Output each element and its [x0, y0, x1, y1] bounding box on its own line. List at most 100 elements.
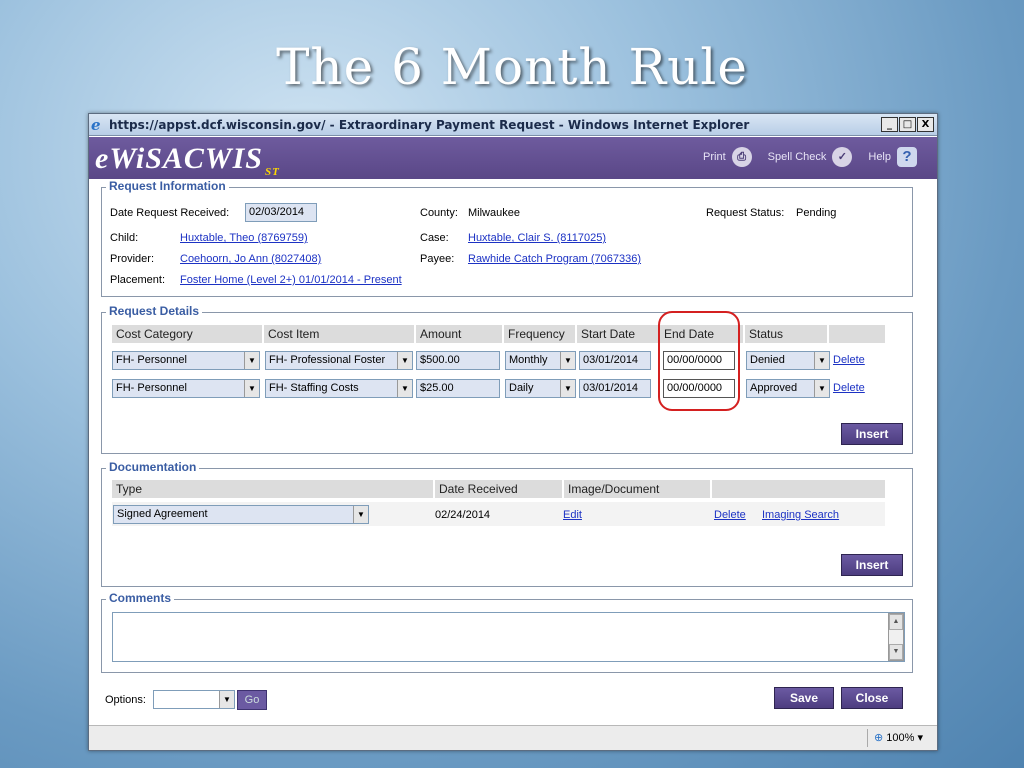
delete-row-link[interactable]: Delete [833, 382, 865, 394]
comments-legend: Comments [106, 591, 175, 605]
chevron-down-icon[interactable]: ▾ [917, 732, 923, 744]
child-link[interactable]: Huxtable, Theo (8769759) [180, 232, 308, 244]
app-logo: eWiSACWIS ST [95, 142, 280, 178]
insert-cost-button[interactable]: Insert [841, 423, 903, 445]
placement-link[interactable]: Foster Home (Level 2+) 01/01/2014 - Pres… [180, 274, 402, 286]
end-date-highlight [658, 311, 740, 411]
request-information-legend: Request Information [106, 179, 229, 193]
close-button[interactable]: Close [841, 687, 903, 709]
header-cost-category: Cost Category [116, 327, 193, 341]
request-information-group: Request Information Date Request Receive… [101, 179, 913, 297]
header-date-received: Date Received [439, 482, 518, 496]
header-frequency: Frequency [508, 327, 565, 341]
date-received-label: Date Request Received: [110, 207, 230, 219]
help-link[interactable]: Help [868, 151, 891, 163]
case-link[interactable]: Huxtable, Clair S. (8117025) [468, 232, 606, 244]
printer-icon[interactable]: ⎙ [731, 147, 752, 167]
logo-suffix: ST [264, 166, 280, 178]
chevron-down-icon[interactable]: ▼ [219, 691, 234, 708]
chevron-down-icon[interactable]: ▼ [244, 380, 259, 397]
placement-label: Placement: [110, 274, 166, 286]
imaging-search-link[interactable]: Imaging Search [762, 509, 839, 521]
status-value: Approved [750, 382, 798, 394]
document-type-select[interactable]: Signed Agreement ▼ [113, 505, 369, 524]
go-button[interactable]: Go [237, 690, 267, 710]
print-link[interactable]: Print [703, 151, 726, 163]
frequency-value: Monthly [509, 354, 548, 366]
date-received-field[interactable]: 02/03/2014 [245, 203, 317, 222]
cost-category-select[interactable]: FH- Personnel ▼ [112, 379, 260, 398]
insert-document-button[interactable]: Insert [841, 554, 903, 576]
payee-label: Payee: [420, 253, 455, 265]
scroll-down-icon[interactable]: ▼ [889, 644, 903, 660]
status-select[interactable]: Approved ▼ [746, 379, 830, 398]
start-date-field[interactable]: 03/01/2014 [579, 379, 651, 398]
provider-label: Provider: [110, 253, 155, 265]
amount-field[interactable]: $500.00 [416, 351, 500, 370]
maximize-button[interactable]: □ [899, 117, 916, 132]
save-button[interactable]: Save [774, 687, 834, 709]
edit-document-link[interactable]: Edit [563, 509, 582, 521]
document-type-value: Signed Agreement [117, 508, 208, 520]
window-title: https://appst.dcf.wisconsin.gov/ - Extra… [109, 118, 750, 132]
chevron-down-icon[interactable]: ▼ [397, 380, 412, 397]
request-status-label: Request Status: [706, 207, 785, 219]
documentation-legend: Documentation [106, 460, 200, 474]
chevron-down-icon[interactable]: ▼ [397, 352, 412, 369]
spell-check-icon[interactable]: ✓ [832, 147, 853, 167]
status-bar: ⊕ 100% ▾ [89, 725, 937, 750]
browser-window: e https://appst.dcf.wisconsin.gov/ - Ext… [88, 113, 938, 751]
chevron-down-icon[interactable]: ▼ [244, 352, 259, 369]
cost-item-value: FH- Staffing Costs [269, 382, 359, 394]
header-image-document: Image/Document [568, 482, 660, 496]
cost-category-select[interactable]: FH- Personnel ▼ [112, 351, 260, 370]
start-date-field[interactable]: 03/01/2014 [579, 351, 651, 370]
cost-category-value: FH- Personnel [116, 354, 187, 366]
help-icon[interactable]: ? [897, 147, 917, 167]
request-status-value: Pending [796, 207, 837, 219]
zoom-icon: ⊕ [873, 732, 884, 744]
provider-link[interactable]: Coehoorn, Jo Ann (8027408) [180, 253, 321, 265]
header-status: Status [749, 327, 784, 341]
chevron-down-icon[interactable]: ▼ [560, 352, 575, 369]
chevron-down-icon[interactable]: ▼ [814, 380, 829, 397]
document-date-received: 02/24/2014 [435, 509, 491, 521]
header-cost-item: Cost Item [268, 327, 320, 341]
zoom-control[interactable]: ⊕ 100% ▾ [866, 729, 929, 747]
child-label: Child: [110, 232, 139, 244]
options-label: Options: [105, 694, 146, 706]
spell-check-link[interactable]: Spell Check [768, 151, 827, 163]
payee-link[interactable]: Rawhide Catch Program (7067336) [468, 253, 641, 265]
header-tools: Print ⎙ Spell Check ✓ Help ? [703, 147, 917, 167]
close-window-button[interactable]: X [917, 117, 934, 132]
documentation-group: Documentation Type Date Received Image/D… [101, 460, 913, 587]
cost-item-select[interactable]: FH- Professional Foster ▼ [265, 351, 413, 370]
frequency-select[interactable]: Daily ▼ [505, 379, 576, 398]
request-details-legend: Request Details [106, 304, 203, 318]
minimize-button[interactable]: _ [881, 117, 898, 132]
chevron-down-icon[interactable]: ▼ [560, 380, 575, 397]
amount-field[interactable]: $25.00 [416, 379, 500, 398]
cost-item-select[interactable]: FH- Staffing Costs ▼ [265, 379, 413, 398]
frequency-select[interactable]: Monthly ▼ [505, 351, 576, 370]
main-content: Request Information Date Request Receive… [89, 179, 937, 725]
chevron-down-icon[interactable]: ▼ [814, 352, 829, 369]
delete-document-link[interactable]: Delete [714, 509, 746, 521]
window-titlebar: e https://appst.dcf.wisconsin.gov/ - Ext… [89, 114, 937, 136]
case-label: Case: [420, 232, 449, 244]
scroll-up-icon[interactable]: ▲ [889, 614, 903, 630]
request-details-header: Cost Category Cost Item Amount Frequency… [112, 325, 885, 343]
chevron-down-icon[interactable]: ▼ [353, 506, 368, 523]
zoom-level: 100% [886, 732, 915, 744]
county-value: Milwaukee [468, 207, 520, 219]
comments-textarea[interactable] [112, 612, 905, 662]
delete-row-link[interactable]: Delete [833, 354, 865, 366]
status-select[interactable]: Denied ▼ [746, 351, 830, 370]
internet-explorer-icon: e [91, 116, 101, 134]
logo-text: eWiSACWIS [95, 142, 263, 175]
window-controls: _ □ X [881, 117, 934, 132]
app-header: eWiSACWIS ST Print ⎙ Spell Check ✓ Help ? [89, 137, 937, 179]
options-select[interactable]: ▼ [153, 690, 235, 709]
comments-scrollbar[interactable]: ▲ ▼ [888, 613, 904, 661]
slide-title: The 6 Month Rule [276, 38, 748, 96]
